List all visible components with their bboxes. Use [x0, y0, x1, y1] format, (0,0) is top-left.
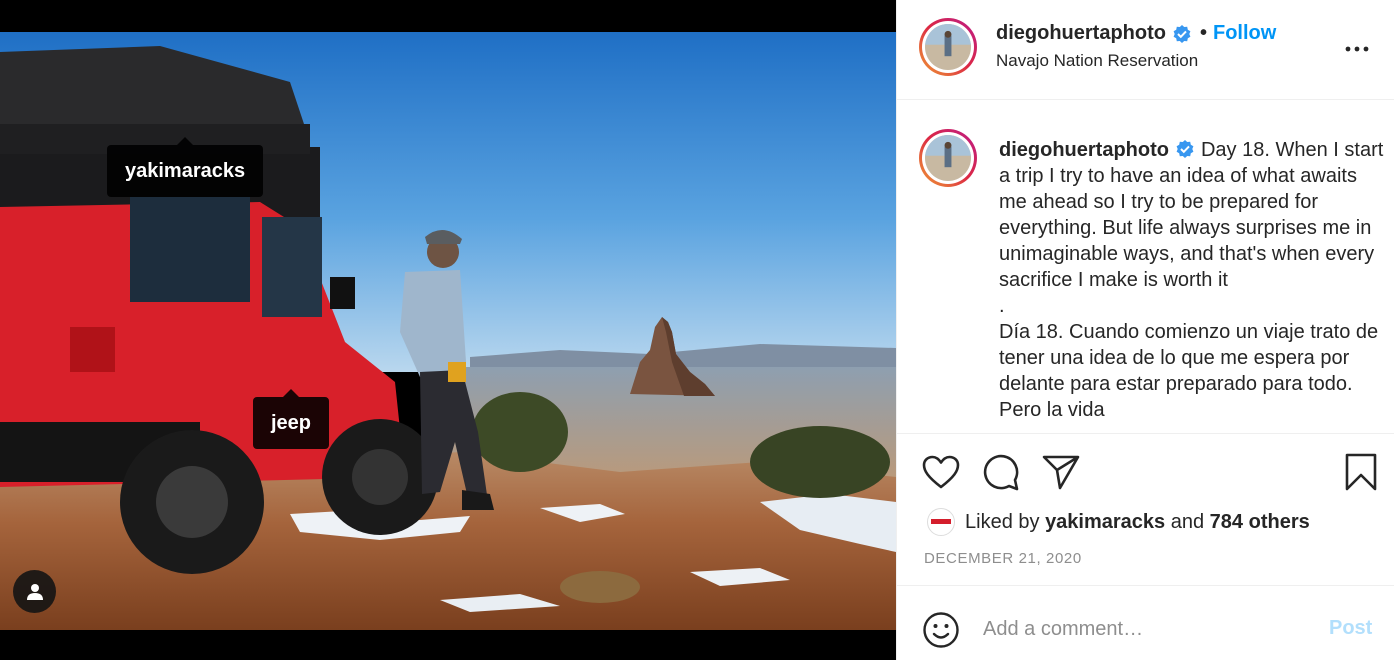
save-button[interactable] [1341, 452, 1381, 492]
paper-plane-icon [1042, 455, 1080, 490]
post-details-panel: diegohuertaphoto • Follow Navajo Nation … [896, 0, 1394, 660]
action-bar [897, 450, 1394, 494]
post-photo[interactable] [0, 32, 896, 630]
more-options-button[interactable] [1345, 37, 1369, 61]
smiley-icon [923, 612, 959, 648]
liker-avatar [927, 508, 955, 536]
caption-first-paragraph: diegohuertaphoto Day 18. When I start a t… [999, 137, 1384, 293]
author-row: diegohuertaphoto • Follow [996, 22, 1276, 45]
emoji-button[interactable] [921, 610, 961, 650]
likes-and: and [1170, 510, 1205, 533]
post-media[interactable]: yakimaracks jeep [0, 0, 896, 660]
user-tags-button[interactable] [13, 570, 56, 613]
photo-tag-label: yakimaracks [125, 159, 246, 182]
follow-button[interactable]: Follow [1213, 22, 1276, 45]
photo-tag-jeep[interactable]: jeep [253, 389, 330, 449]
verified-badge-icon [1175, 139, 1195, 159]
caption-separator: . [999, 295, 1005, 317]
post-location[interactable]: Navajo Nation Reservation [996, 51, 1198, 71]
person-icon [26, 583, 43, 600]
caption-text: diegohuertaphoto Day 18. When I start a t… [999, 137, 1384, 423]
photo-tag-yakimaracks[interactable]: yakimaracks [107, 137, 264, 197]
post-comment-button[interactable]: Post [1329, 617, 1372, 640]
post-date[interactable]: DECEMBER 21, 2020 [924, 550, 1082, 567]
caption-english: Day 18. When I start a trip I try to hav… [999, 139, 1384, 291]
author-avatar[interactable] [919, 18, 977, 76]
verified-badge-icon [1172, 24, 1192, 44]
comment-button[interactable] [981, 452, 1021, 492]
caption-username[interactable]: diegohuertaphoto [999, 139, 1169, 161]
comment-bubble-icon [983, 454, 1019, 491]
heart-icon [922, 455, 960, 489]
like-button[interactable] [921, 452, 961, 492]
liker-username[interactable]: yakimaracks [1045, 511, 1165, 534]
more-options-icon [1345, 46, 1369, 52]
likes-prefix: Liked by [965, 510, 1040, 533]
caption-author-avatar[interactable] [919, 129, 977, 187]
post-header: diegohuertaphoto • Follow Navajo Nation … [897, 0, 1394, 100]
bookmark-icon [1345, 453, 1377, 491]
likes-others-link[interactable]: 784 others [1210, 511, 1310, 534]
share-button[interactable] [1041, 452, 1081, 492]
photo-tag-label: jeep [271, 411, 312, 434]
likes-summary[interactable]: Liked by yakimaracks and 784 others [927, 508, 1310, 536]
comment-input[interactable] [983, 614, 1303, 644]
separator-dot: • [1199, 22, 1207, 44]
comment-bar: Post [897, 585, 1394, 660]
caption-spanish: Día 18. Cuando comienzo un viaje trato d… [999, 321, 1379, 421]
author-username[interactable]: diegohuertaphoto [996, 22, 1166, 45]
caption-area[interactable]: diegohuertaphoto Day 18. When I start a t… [897, 101, 1394, 434]
